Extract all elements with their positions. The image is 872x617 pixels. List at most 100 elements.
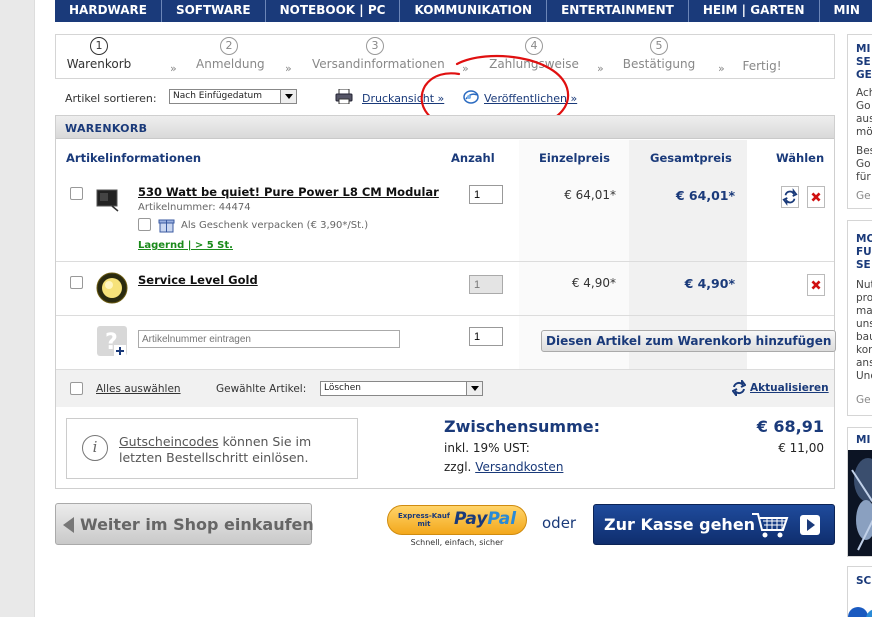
- sidebar-text-line: uns: [856, 318, 872, 330]
- info-icon: i: [82, 435, 108, 461]
- unknown-article-icon: ?: [97, 326, 127, 357]
- main-navigation: HARDWARE SOFTWARE NOTEBOOK | PC KOMMUNIK…: [55, 0, 872, 22]
- sidebar-title-line: MO: [856, 233, 872, 245]
- coupon-info-text: Gutscheincodes können Sie im letzten Bes…: [119, 434, 311, 466]
- coupon-info-box: i Gutscheincodes können Sie im letzten B…: [66, 418, 358, 479]
- sidebar-text-line: kor: [856, 344, 872, 356]
- sort-select-value: Nach Einfügedatum: [173, 91, 263, 101]
- gift-wrap-checkbox[interactable]: [138, 218, 151, 231]
- step-fertig: Fertig!: [740, 37, 784, 73]
- sidebar-title-line: SC: [856, 575, 872, 587]
- gift-wrap-label: Als Geschenk verpacken (€ 3,90*/St.): [181, 220, 369, 231]
- paypal-pay-text: Pay: [454, 509, 488, 529]
- nav-heim-garten[interactable]: HEIM | GARTEN: [689, 0, 820, 22]
- step-label: Fertig!: [742, 59, 782, 73]
- product-name-link[interactable]: 530 Watt be quiet! Pure Power L8 CM Modu…: [138, 185, 439, 199]
- selected-items-label: Gewählte Artikel:: [216, 383, 307, 395]
- delete-icon[interactable]: [807, 186, 825, 208]
- paypal-express-text: Express-Kauf: [398, 512, 450, 520]
- total-price: € 4,90*: [684, 276, 735, 291]
- update-link[interactable]: Aktualisieren: [750, 382, 829, 394]
- column-header-qty: Anzahl: [451, 151, 495, 165]
- sidebar-more-link[interactable]: Ge: [856, 190, 871, 203]
- shipping-note: zzgl. Versandkosten: [444, 460, 563, 474]
- coupon-text-line1: können Sie im: [218, 434, 312, 449]
- sidebar-title-line: SE: [856, 56, 871, 68]
- select-all-checkbox[interactable]: [70, 382, 83, 395]
- unit-price: € 64,01*: [564, 188, 616, 202]
- sidebar-more-link[interactable]: Ge: [856, 394, 871, 407]
- shipping-costs-link[interactable]: Versandkosten: [475, 460, 563, 474]
- refresh-icon[interactable]: [732, 380, 746, 396]
- step-number: 5: [650, 37, 668, 55]
- nav-hardware[interactable]: HARDWARE: [55, 0, 162, 22]
- subtotal-label: Zwischensumme:: [444, 417, 601, 436]
- quantity-input[interactable]: [469, 185, 503, 204]
- step-number: 1: [90, 37, 108, 55]
- unit-price: € 4,90*: [571, 276, 616, 290]
- sidebar-text-line: aus: [856, 113, 872, 125]
- step-anmeldung: 2 Anmeldung: [196, 37, 265, 71]
- subtotal-value: € 68,91: [756, 417, 824, 436]
- sidebar-text-line: pro: [856, 292, 872, 304]
- service-level-gold-icon[interactable]: [96, 272, 128, 304]
- add-to-cart-button[interactable]: Diesen Artikel zum Warenkorb hinzufügen: [541, 330, 837, 352]
- delete-icon[interactable]: [807, 274, 825, 296]
- step-separator: »: [285, 62, 292, 75]
- total-price: € 64,01*: [675, 188, 735, 203]
- checkout-button[interactable]: Zur Kasse gehen: [593, 504, 835, 545]
- page: HARDWARE SOFTWARE NOTEBOOK | PC KOMMUNIK…: [34, 0, 872, 617]
- vat-value: € 11,00: [778, 441, 824, 455]
- sidebar-text-line: Bes: [856, 145, 872, 157]
- step-label: Warenkorb: [66, 57, 132, 71]
- row-divider: [56, 315, 834, 316]
- checkout-label: Zur Kasse gehen: [604, 515, 756, 534]
- sidebar-box-4: SC: [847, 566, 872, 617]
- sidebar-text-line: Und: [856, 370, 872, 382]
- select-all-link[interactable]: Alles auswählen: [96, 383, 181, 395]
- sidebar-title-line: GE: [856, 69, 872, 81]
- sidebar-box-3: MI: [847, 427, 872, 557]
- row-select-checkbox[interactable]: [70, 187, 83, 200]
- quantity-input: [469, 275, 503, 294]
- shopping-cart-icon: [752, 513, 789, 538]
- sidebar-text-line: mö: [856, 126, 872, 138]
- coupon-text-line2: letzten Bestellschritt einlösen.: [119, 450, 309, 465]
- gift-icon: [158, 219, 175, 233]
- sidebar-box-2: MO FU SE Nut pro ma uns bau kor ans Und …: [847, 220, 872, 416]
- printer-icon[interactable]: [335, 89, 353, 104]
- step-separator: »: [170, 62, 177, 75]
- column-header-unit-price: Einzelpreis: [539, 151, 610, 165]
- sidebar-text-line: bau: [856, 331, 872, 343]
- nav-entertainment[interactable]: ENTERTAINMENT: [547, 0, 689, 22]
- sidebar-promo-image[interactable]: [848, 450, 872, 557]
- continue-shopping-button[interactable]: Weiter im Shop einkaufen: [55, 503, 314, 545]
- action-select-value: Löschen: [324, 383, 361, 393]
- or-label: oder: [542, 514, 577, 532]
- article-number-input[interactable]: [138, 330, 400, 348]
- sidebar-text-line: Nut: [856, 279, 872, 291]
- add-quantity-input[interactable]: [469, 327, 503, 346]
- row-select-checkbox[interactable]: [70, 276, 83, 289]
- selected-items-action-select[interactable]: Löschen: [320, 381, 483, 396]
- paypal-tagline: Schnell, einfach, sicher: [410, 538, 504, 547]
- paypal-express-button[interactable]: Express-Kauf mit PayPal Schnell, einfach,…: [387, 505, 527, 549]
- nav-notebook-pc[interactable]: NOTEBOOK | PC: [266, 0, 401, 22]
- coupon-codes-link[interactable]: Gutscheincodes: [119, 434, 219, 449]
- stock-status-link[interactable]: Lagernd | > 5 St.: [138, 240, 233, 251]
- nav-kommunikation[interactable]: KOMMUNIKATION: [400, 0, 548, 22]
- nav-more[interactable]: MIN: [820, 0, 872, 22]
- sidebar-title-line: MI: [856, 43, 871, 55]
- product-name-link[interactable]: Service Level Gold: [138, 273, 258, 287]
- sort-select[interactable]: Nach Einfügedatum: [169, 89, 297, 104]
- product-thumbnail[interactable]: [94, 184, 122, 212]
- sort-label: Artikel sortieren:: [65, 92, 157, 105]
- article-number: Artikelnummer: 44474: [138, 202, 251, 213]
- continue-shopping-label: Weiter im Shop einkaufen: [80, 515, 314, 534]
- refresh-icon[interactable]: [781, 186, 799, 208]
- step-number: 3: [366, 37, 384, 55]
- nav-software[interactable]: SOFTWARE: [162, 0, 266, 22]
- step-separator: »: [597, 62, 604, 75]
- paypal-pill: Express-Kauf mit PayPal: [387, 505, 527, 535]
- sidebar-text-line: Ach: [856, 87, 872, 99]
